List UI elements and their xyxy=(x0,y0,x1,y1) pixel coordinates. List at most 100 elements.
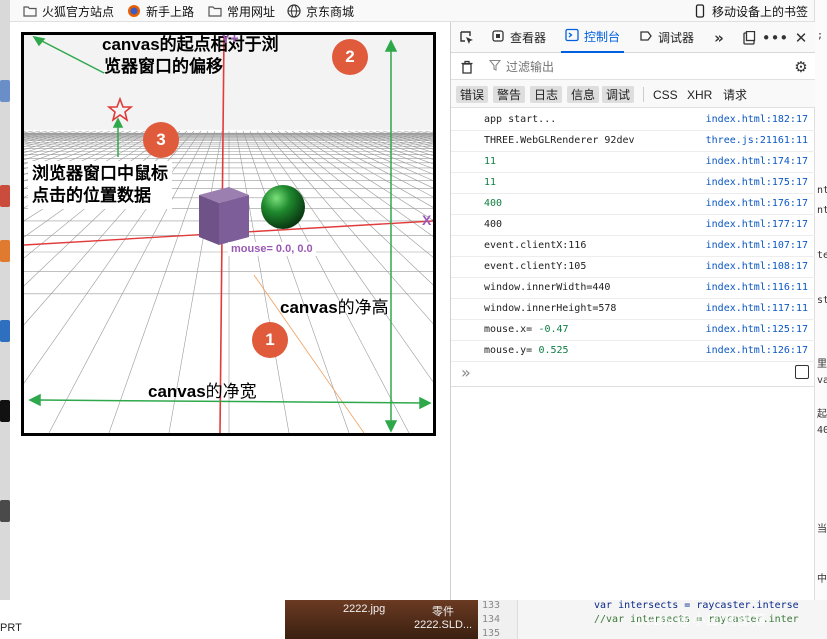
console-message-number: -0.47 xyxy=(538,324,569,335)
bookmark-label: 新手上路 xyxy=(146,4,195,19)
devtools-panel: 查看器 控制台 调试器 » ••• ✕ 过滤输出 ⚙ 错误 警告 日志 信息 调… xyxy=(450,22,815,600)
annotation-text: 的净高 xyxy=(337,298,389,318)
background-editor-edge: ; nt nt te st 里 va 起 40 当 中 xyxy=(814,0,827,600)
badge-number: 1 xyxy=(265,330,275,349)
filter-output-input[interactable]: 过滤输出 xyxy=(488,57,789,76)
annotation-canvas-width: canvas的净宽 xyxy=(148,377,257,402)
console-message-row: 400 index.html:176:17 xyxy=(451,194,815,215)
console-source-link[interactable]: three.js:21161:11 xyxy=(706,135,808,146)
taskbar-file2-type[interactable]: 零件 xyxy=(432,603,454,619)
clear-console-trash-icon[interactable] xyxy=(455,51,479,82)
console-source-link[interactable]: index.html:125:17 xyxy=(706,324,808,335)
console-message-text: THREE.WebGLRenderer 92dev xyxy=(484,135,635,146)
web-page: canvas的起点相对于浏 览器窗口的偏移 2 3 1 浏览器窗口中鼠标 点击的… xyxy=(10,22,450,600)
filter-funnel-icon xyxy=(488,59,502,74)
axis-x-label: X+ xyxy=(422,212,433,228)
console-source-link[interactable]: index.html:174:17 xyxy=(706,156,808,167)
annotation-text: 浏览器窗口中鼠标 xyxy=(32,164,168,184)
dock-toggle-icon[interactable] xyxy=(737,22,761,53)
console-message-text: 11 xyxy=(484,156,497,167)
console-message-row: 11 index.html:175:17 xyxy=(451,173,815,194)
console-source-link[interactable]: index.html:177:17 xyxy=(706,219,808,230)
filter-info-button[interactable]: 信息 xyxy=(567,86,600,103)
taskbar-file1[interactable]: 2222.jpg xyxy=(343,603,385,615)
inspector-icon xyxy=(491,29,505,46)
filter-requests-button[interactable]: 请求 xyxy=(719,86,751,103)
bookmark-mobile[interactable]: 移动设备上的书签 xyxy=(693,0,808,22)
console-message-row: 11 index.html:174:17 xyxy=(451,152,815,173)
bookmark-label: 京东商城 xyxy=(306,4,355,19)
console-message-text: 11 xyxy=(484,177,497,188)
tab-console[interactable]: 控制台 xyxy=(561,22,625,53)
watermark-text: CSDN @小白/阿部落 xyxy=(634,612,766,628)
filter-debug-button[interactable]: 调试 xyxy=(602,86,635,103)
tab-label: 控制台 xyxy=(584,30,621,44)
badge-number: 3 xyxy=(156,130,166,149)
console-source-link[interactable]: index.html:116:11 xyxy=(706,282,808,293)
bookmark-jd[interactable]: 京东商城 xyxy=(287,0,354,22)
bookmark-label: 常用网址 xyxy=(227,4,276,19)
console-message-number: 0.525 xyxy=(538,345,569,356)
console-message-text: 400 xyxy=(484,219,503,230)
desktop-shortcut-icon[interactable] xyxy=(0,400,10,422)
taskbar-file2[interactable]: 2222.SLD... xyxy=(414,619,472,631)
desktop-shortcut-icon[interactable] xyxy=(0,185,10,207)
console-source-link[interactable]: index.html:175:17 xyxy=(706,177,808,188)
annotation-text: 的起点相对于浏 xyxy=(159,35,279,55)
bookmark-label: 火狐官方站点 xyxy=(42,4,115,19)
desktop-shortcut-icon[interactable] xyxy=(0,500,10,522)
console-message-text: 400 xyxy=(484,198,503,209)
console-filter-bar: 过滤输出 ⚙ xyxy=(451,53,815,80)
annotation-text: 的净宽 xyxy=(205,382,257,402)
console-message-row: THREE.WebGLRenderer 92dev three.js:21161:… xyxy=(451,131,815,152)
console-source-link[interactable]: index.html:107:17 xyxy=(706,240,808,251)
desktop-shortcut-icon[interactable] xyxy=(0,240,10,262)
folder-icon xyxy=(23,4,37,18)
editor-mode-icon[interactable] xyxy=(795,365,809,379)
filter-logs-button[interactable]: 日志 xyxy=(530,86,563,103)
filter-warnings-button[interactable]: 警告 xyxy=(493,86,526,103)
bookmark-label: 移动设备上的书签 xyxy=(712,4,809,19)
badge-2: 2 xyxy=(332,39,368,75)
axis-y-label: Y+ xyxy=(221,32,239,46)
devtools-toolbar: 查看器 控制台 调试器 » ••• ✕ xyxy=(451,22,815,53)
console-message-row: mouse.x= -0.47 index.html:125:17 xyxy=(451,320,815,341)
green-sphere xyxy=(261,185,305,229)
filter-errors-button[interactable]: 错误 xyxy=(456,86,489,103)
annotation-canvas-offset: canvas的起点相对于浏 览器窗口的偏移 xyxy=(102,35,279,78)
desktop-shortcut-icon[interactable] xyxy=(0,320,10,342)
console-input[interactable]: » xyxy=(451,361,815,387)
console-message-row: event.clientY:105 index.html:108:17 xyxy=(451,257,815,278)
filter-xhr-button[interactable]: XHR xyxy=(683,86,716,103)
console-source-link[interactable]: index.html:108:17 xyxy=(706,261,808,272)
more-tools-chevron-icon[interactable]: » xyxy=(707,22,731,53)
console-settings-gear-icon[interactable]: ⚙ xyxy=(789,51,813,82)
console-message-text: window.innerWidth=440 xyxy=(484,282,611,293)
annotation-text: canvas xyxy=(280,298,338,317)
filter-css-button[interactable]: CSS xyxy=(649,86,682,103)
console-source-link[interactable]: index.html:182:17 xyxy=(706,114,808,125)
bookmark-common-sites[interactable]: 常用网址 xyxy=(208,0,275,22)
console-message-row: window.innerHeight=578 index.html:117:11 xyxy=(451,299,815,320)
badge-3: 3 xyxy=(143,122,179,158)
console-source-link[interactable]: index.html:176:17 xyxy=(706,198,808,209)
tab-label: 查看器 xyxy=(510,31,547,45)
tab-debugger[interactable]: 调试器 xyxy=(635,22,698,53)
screen: ; nt nt te st 里 va 起 40 当 中 火狐官方站点 新手上路 xyxy=(0,0,827,639)
element-picker-icon[interactable] xyxy=(455,22,479,53)
annotation-text: 览器窗口的偏移 xyxy=(104,57,223,77)
webgl-canvas[interactable]: canvas的起点相对于浏 览器窗口的偏移 2 3 1 浏览器窗口中鼠标 点击的… xyxy=(21,32,436,436)
close-icon[interactable]: ✕ xyxy=(789,22,813,53)
bookmark-getting-started[interactable]: 新手上路 xyxy=(127,0,194,22)
bookmark-firefox-official[interactable]: 火狐官方站点 xyxy=(23,0,114,22)
console-source-link[interactable]: index.html:126:17 xyxy=(706,345,808,356)
more-options-icon[interactable]: ••• xyxy=(762,22,789,53)
debugger-icon xyxy=(639,29,653,46)
desktop-shortcut-icon[interactable] xyxy=(0,80,10,102)
filter-placeholder: 过滤输出 xyxy=(506,60,555,74)
tab-inspector[interactable]: 查看器 xyxy=(487,22,550,53)
annotation-text: canvas xyxy=(148,382,206,401)
console-source-link[interactable]: index.html:117:11 xyxy=(706,303,808,314)
folder-icon xyxy=(208,4,222,18)
mouse-coordinates-label: mouse= 0.0, 0.0 xyxy=(228,242,316,256)
